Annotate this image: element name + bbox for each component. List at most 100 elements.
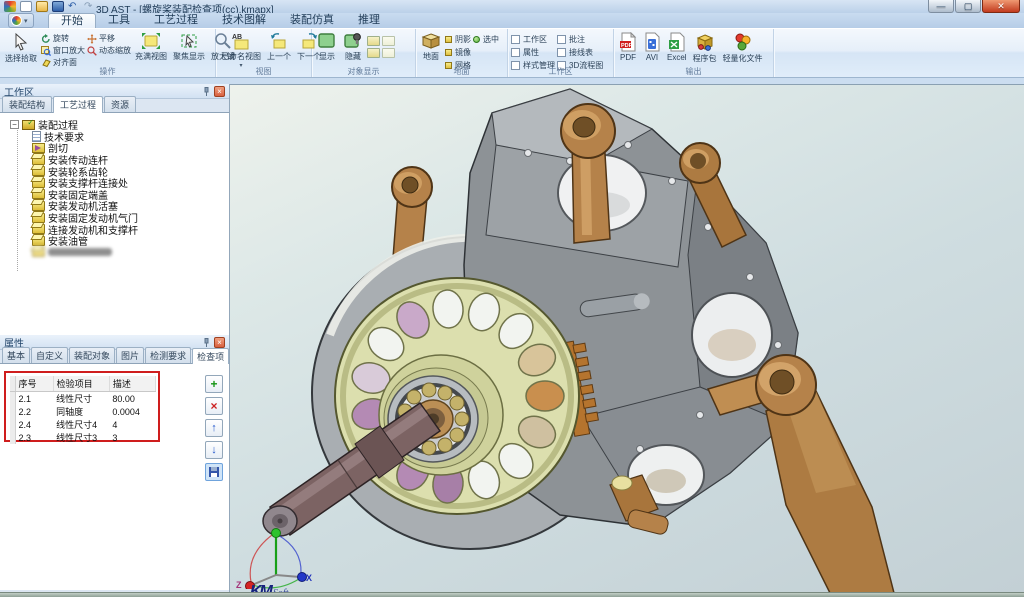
maximize-button[interactable]: ▢ — [955, 0, 981, 13]
close-icon[interactable]: × — [214, 337, 225, 348]
checkbox-icon — [511, 48, 520, 57]
check-items-table[interactable]: 序号 检验项目 描述 2.1 线性尺寸 80.00 2.2 同轴度 0.0004 — [10, 376, 156, 444]
tab-resources[interactable]: 资源 — [104, 96, 136, 112]
table-row[interactable]: 2.1 线性尺寸 80.00 — [10, 392, 156, 406]
undo-icon[interactable]: ↶ — [68, 1, 80, 12]
ribbon-group-operation: 选择拾取 旋转 窗口放大 对齐面 平移 — [0, 29, 216, 77]
display-mode-toggle-icon[interactable] — [382, 36, 395, 46]
display-mode-toggle-icon[interactable] — [367, 36, 380, 46]
minimize-button[interactable]: — — [928, 0, 954, 13]
quick-access-toolbar: ↶ ↷ — [4, 1, 96, 12]
application-menu-button[interactable]: ▾ — [8, 13, 34, 28]
assembly-process-icon — [22, 120, 35, 130]
rotate-icon — [41, 34, 51, 44]
shadow-icon — [445, 36, 452, 43]
export-excel-button[interactable]: Excel — [665, 31, 689, 67]
svg-text:PDF: PDF — [621, 43, 633, 49]
step-icon — [32, 247, 45, 257]
previous-view-button[interactable]: 上一个 — [265, 31, 293, 67]
tree-item[interactable]: 技术要求 — [0, 131, 229, 143]
previous-view-icon — [270, 32, 288, 50]
window-controls: — ▢ ✕ — [927, 0, 1020, 13]
object-display-toggle-grid — [367, 31, 395, 67]
show-icon — [317, 32, 337, 50]
table-header-row: 序号 检验项目 描述 — [10, 376, 156, 392]
application-window: ↶ ↷ 3D AST - [螺旋桨装配检查项(cc).kmapx] — ▢ ✕ … — [0, 0, 1024, 597]
window-zoom-button[interactable]: 窗口放大 — [41, 45, 85, 56]
hide-button[interactable]: 隐藏 — [341, 31, 365, 67]
pin-icon[interactable] — [201, 337, 212, 348]
column-header: 检验项目 — [53, 376, 109, 392]
add-row-button[interactable]: + — [205, 375, 223, 393]
title-bar: ↶ ↷ 3D AST - [螺旋桨装配检查项(cc).kmapx] — ▢ ✕ — [0, 0, 1024, 14]
program-package-button[interactable]: 程序包 — [691, 31, 719, 67]
tab-basic[interactable]: 基本 — [2, 347, 30, 363]
tab-tech-diagram[interactable]: 技术图解 — [210, 13, 278, 28]
wiring-table-checkbox[interactable]: 接线表 — [557, 47, 603, 58]
tab-process-tree[interactable]: 工艺过程 — [53, 96, 103, 113]
redo-icon[interactable]: ↷ — [84, 1, 96, 12]
delete-row-button[interactable]: × — [205, 397, 223, 415]
tab-home[interactable]: 开始 — [48, 13, 96, 28]
close-button[interactable]: ✕ — [982, 0, 1020, 13]
cursor-icon — [11, 32, 31, 52]
tab-assembly-objects[interactable]: 装配对象 — [69, 347, 115, 363]
table-row[interactable]: 2.4 线性尺寸4 4 — [10, 418, 156, 431]
tab-images[interactable]: 图片 — [116, 347, 144, 363]
focus-display-button[interactable]: 聚焦显示 — [171, 31, 207, 67]
tab-tools[interactable]: 工具 — [96, 13, 142, 28]
save-table-button[interactable] — [205, 463, 223, 481]
show-button[interactable]: 显示 — [315, 31, 339, 67]
export-pdf-button[interactable]: PDF PDF — [617, 31, 639, 67]
tab-reasoning[interactable]: 推理 — [346, 13, 392, 28]
tree-item-redacted[interactable] — [0, 247, 229, 259]
tab-assembly-sim[interactable]: 装配仿真 — [278, 13, 346, 28]
process-tree: − 装配过程 技术要求 剖切 安装传动连杆 安装轮系齿轮 — [0, 113, 229, 335]
move-down-button[interactable]: ↓ — [205, 441, 223, 459]
viewport-3d[interactable]: Z X KMSoft — [230, 84, 1024, 592]
pan-button[interactable]: 平移 — [87, 33, 131, 44]
rotate-button[interactable]: 旋转 — [41, 33, 85, 44]
ground-cube-icon — [421, 32, 441, 50]
chevron-down-icon: ▾ — [24, 17, 28, 25]
tab-custom[interactable]: 自定义 — [31, 347, 68, 363]
selected-toggle[interactable]: 选中 — [473, 34, 499, 45]
step-icon — [32, 201, 45, 211]
ribbon-group-object-display: 显示 隐藏 对象显示 — [312, 29, 416, 77]
display-mode-toggle-icon[interactable] — [382, 48, 395, 58]
mirror-toggle[interactable]: 镜像 — [445, 47, 471, 58]
save-file-icon[interactable] — [52, 1, 64, 12]
named-views-button[interactable]: AB 已命名视图 ▾ — [219, 31, 263, 67]
dynamic-zoom-button[interactable]: 动态缩放 — [87, 45, 131, 56]
new-file-icon[interactable] — [20, 1, 32, 12]
named-views-icon: AB — [230, 32, 252, 50]
app-orb-icon — [11, 15, 22, 26]
workspace-checkbox[interactable]: 工作区 — [511, 34, 555, 45]
workspace-tabs: 装配结构 工艺过程 资源 — [0, 99, 229, 113]
select-pick-button[interactable]: 选择拾取 — [3, 31, 39, 67]
pin-icon[interactable] — [201, 86, 212, 97]
export-avi-button[interactable]: AVI — [641, 31, 663, 67]
ribbon: 选择拾取 旋转 窗口放大 对齐面 平移 — [0, 28, 1024, 78]
tab-inspection-requirements[interactable]: 检测要求 — [145, 347, 191, 363]
move-up-button[interactable]: ↑ — [205, 419, 223, 437]
annotation-checkbox[interactable]: 批注 — [557, 34, 603, 45]
fit-view-button[interactable]: 充满视图 — [133, 31, 169, 67]
display-mode-toggle-icon[interactable] — [367, 48, 380, 58]
close-icon[interactable]: × — [214, 86, 225, 97]
step-icon — [32, 166, 45, 176]
collapse-icon[interactable]: − — [10, 120, 19, 129]
ribbon-tab-row: ▾ 开始 工具 工艺过程 技术图解 装配仿真 推理 — [0, 13, 1024, 28]
ribbon-group-workspace: 工作区 属性 样式管理 批注 接线表 3D流程图 工作区 — [508, 29, 614, 77]
tab-check-items[interactable]: 检查项 — [192, 348, 229, 364]
tab-process[interactable]: 工艺过程 — [142, 13, 210, 28]
tree-item-root[interactable]: − 装配过程 — [0, 119, 229, 131]
table-row[interactable]: 2.2 同轴度 0.0004 — [10, 405, 156, 418]
table-row[interactable]: 2.3 线性尺寸3 3 — [10, 431, 156, 444]
ground-button[interactable]: 地面 — [419, 31, 443, 67]
shadow-toggle[interactable]: 阴影 — [445, 34, 471, 45]
lightweight-file-button[interactable]: 轻量化文件 — [721, 31, 765, 67]
properties-checkbox[interactable]: 属性 — [511, 47, 555, 58]
open-file-icon[interactable] — [36, 1, 48, 12]
tab-assembly-structure[interactable]: 装配结构 — [2, 96, 52, 112]
